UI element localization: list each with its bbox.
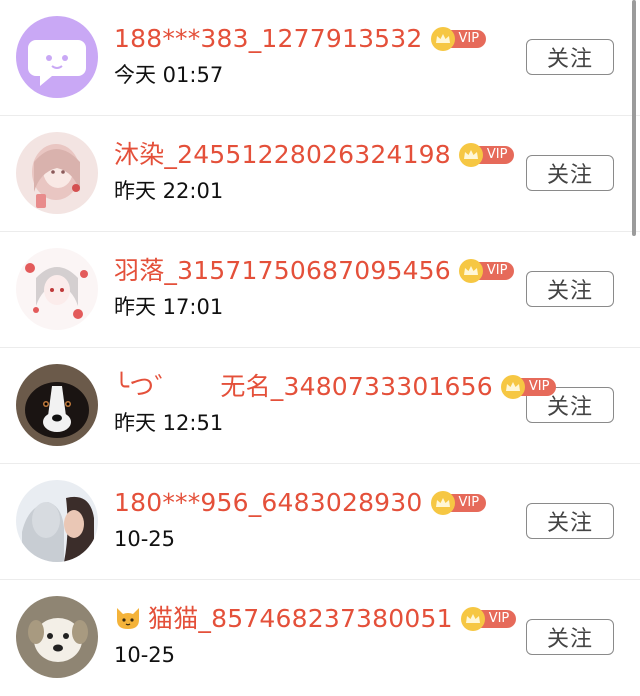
list-item[interactable]: 羽落_31571750687095456 VIP 昨天 17:01 关注 [0, 232, 640, 348]
timestamp: 10-25 [114, 643, 176, 667]
vip-badge: VIP [430, 491, 487, 515]
avatar[interactable] [16, 16, 98, 98]
timestamp: 昨天 22:01 [114, 179, 224, 203]
chat-bubble-avatar-icon [16, 16, 98, 98]
username[interactable]: 猫猫_857468237380051 [148, 602, 453, 636]
crown-icon [458, 259, 483, 283]
crown-icon [430, 27, 455, 51]
anime-girl-avatar-icon [16, 132, 98, 214]
vip-badge: VIP [458, 143, 515, 167]
timestamp: 昨天 12:51 [114, 411, 224, 435]
username-line: 188***383_1277913532 VIP [114, 22, 487, 56]
timestamp: 今天 01:57 [114, 63, 224, 87]
username[interactable]: 188***383_1277913532 [114, 22, 423, 56]
list-item[interactable]: 猫猫_857468237380051 VIP 10-25 关注 [0, 580, 640, 696]
crown-icon [460, 607, 485, 631]
avatar[interactable] [16, 132, 98, 214]
anime-girl-flowers-avatar-icon [16, 248, 98, 330]
username[interactable]: ╰つ゛ 无名_3480733301656 [114, 370, 493, 404]
crown-icon [458, 143, 483, 167]
puppy-avatar-icon [16, 596, 98, 678]
follow-button[interactable]: 关注 [526, 271, 614, 307]
username-line: 猫猫_857468237380051 VIP [114, 602, 517, 636]
follow-button[interactable]: 关注 [526, 155, 614, 191]
username-line: 沐染_24551228026324198 VIP [114, 138, 515, 172]
user-list: 188***383_1277913532 VIP 今天 01:57 关注 沐染_… [0, 0, 640, 696]
crown-icon [500, 375, 525, 399]
vip-badge: VIP [500, 375, 557, 399]
timestamp: 10-25 [114, 527, 176, 551]
list-item[interactable]: ╰つ゛ 无名_3480733301656 VIP 昨天 12:51 关注 [0, 348, 640, 464]
vip-badge: VIP [460, 607, 517, 631]
avatar[interactable] [16, 364, 98, 446]
username[interactable]: 沐染_24551228026324198 [114, 138, 451, 172]
username-line: 180***956_6483028930 VIP [114, 486, 487, 520]
follow-button[interactable]: 关注 [526, 619, 614, 655]
follow-button[interactable]: 关注 [526, 39, 614, 75]
timestamp: 昨天 17:01 [114, 295, 224, 319]
username[interactable]: 羽落_31571750687095456 [114, 254, 451, 288]
avatar[interactable] [16, 248, 98, 330]
follow-button[interactable]: 关注 [526, 503, 614, 539]
avatar[interactable] [16, 596, 98, 678]
statue-avatar-icon [16, 480, 98, 562]
crown-icon [430, 491, 455, 515]
vip-badge: VIP [430, 27, 487, 51]
dog-avatar-icon [16, 364, 98, 446]
username-line: ╰つ゛ 无名_3480733301656 VIP [114, 370, 557, 404]
username[interactable]: 180***956_6483028930 [114, 486, 423, 520]
vip-badge: VIP [458, 259, 515, 283]
list-item[interactable]: 沐染_24551228026324198 VIP 昨天 22:01 关注 [0, 116, 640, 232]
cat-face-icon [114, 604, 142, 634]
list-item[interactable]: 188***383_1277913532 VIP 今天 01:57 关注 [0, 0, 640, 116]
scrollbar[interactable] [632, 0, 636, 236]
list-item[interactable]: 180***956_6483028930 VIP 10-25 关注 [0, 464, 640, 580]
avatar[interactable] [16, 480, 98, 562]
username-line: 羽落_31571750687095456 VIP [114, 254, 515, 288]
